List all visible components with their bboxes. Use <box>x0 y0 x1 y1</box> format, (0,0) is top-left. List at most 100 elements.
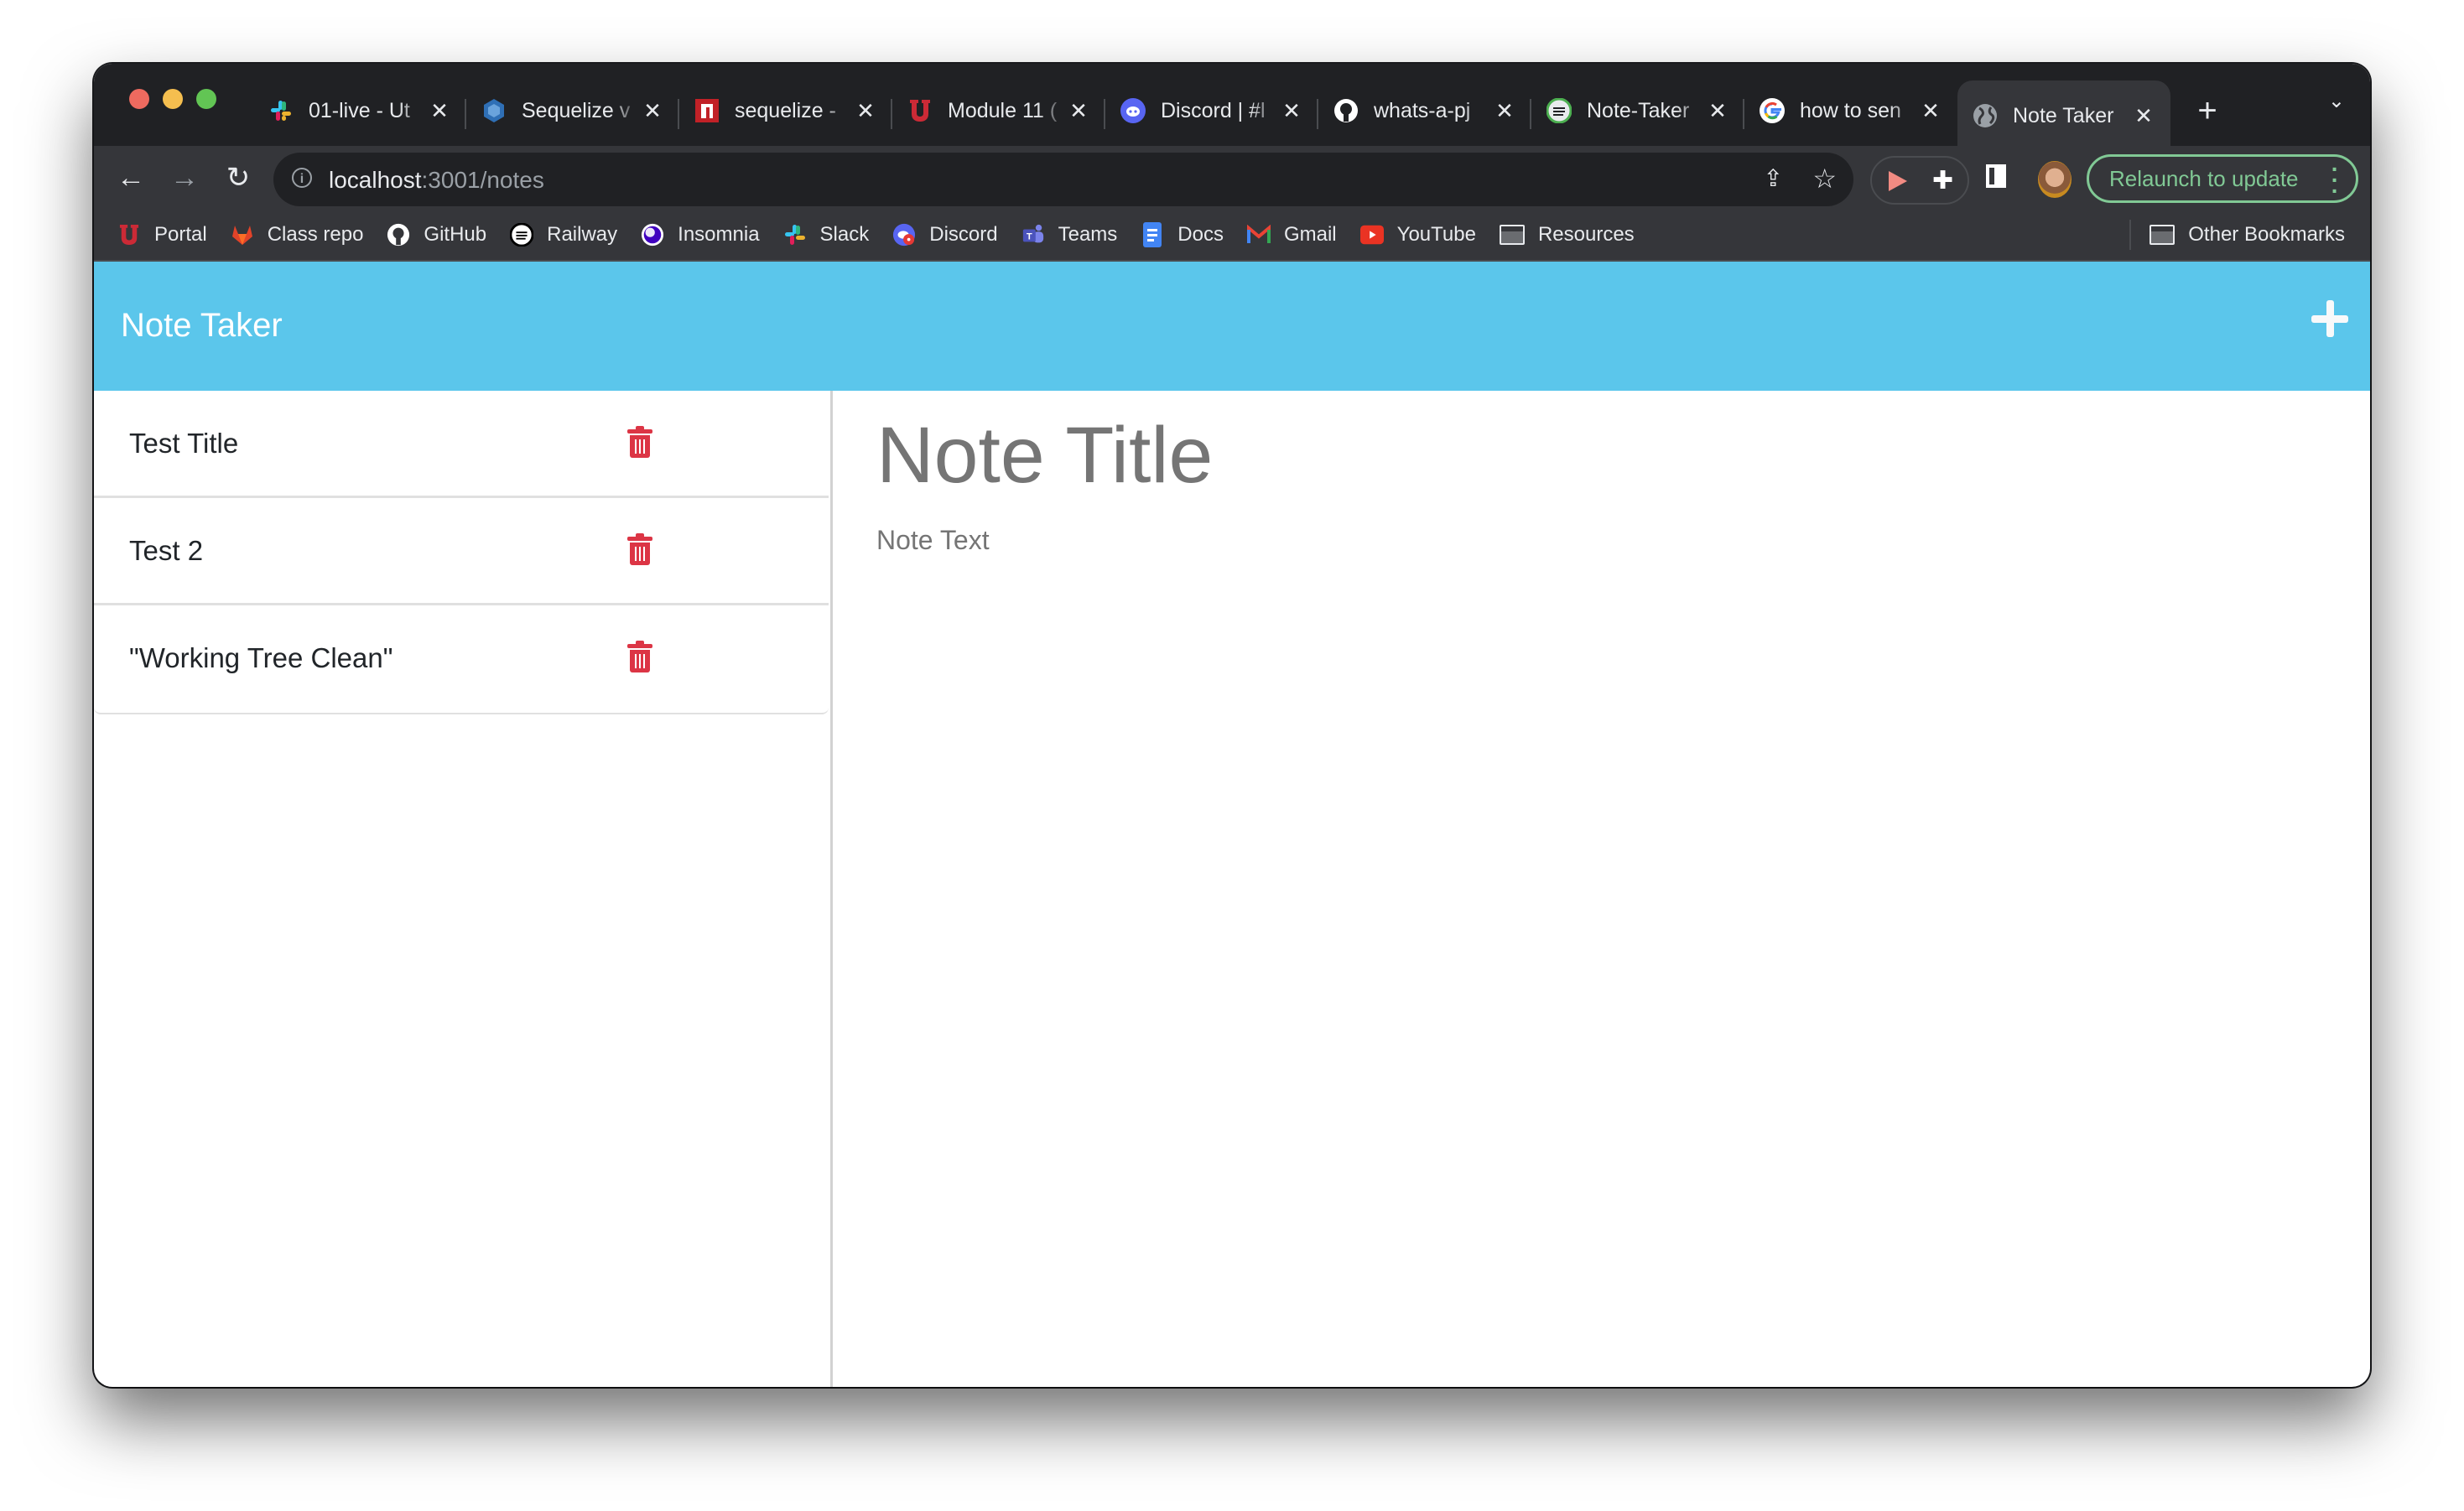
bookmark-label: YouTube <box>1396 223 1476 246</box>
tab-npm-sequelize[interactable]: sequelize - ✕ <box>679 80 892 141</box>
plus-icon[interactable] <box>2311 300 2348 337</box>
address-bar[interactable]: i localhost:3001/notes ⇪ ☆ <box>273 153 1853 206</box>
browser-window: 01-live - Ut ✕ Sequelize v ✕ sequelize -… <box>94 64 2370 1387</box>
bookmark-docs[interactable]: Docs <box>1141 210 1224 260</box>
tab-close-icon[interactable]: ✕ <box>1919 98 1942 124</box>
url-text[interactable]: localhost:3001/notes <box>329 167 544 194</box>
note-item-title[interactable]: Test Title <box>129 428 238 460</box>
bookmark-label: Slack <box>819 223 870 246</box>
tab-close-icon[interactable]: ✕ <box>1493 98 1516 124</box>
bookmark-label: Portal <box>154 223 207 246</box>
relaunch-to-update-button[interactable]: Relaunch to update · · · <box>2087 154 2358 203</box>
note-item-title[interactable]: Test 2 <box>129 535 203 567</box>
insomnia-icon <box>641 223 664 247</box>
tab-close-icon[interactable]: ✕ <box>1706 98 1729 124</box>
tab-close-icon[interactable]: ✕ <box>1280 98 1303 124</box>
docs-icon <box>1141 222 1164 247</box>
tab-google-search[interactable]: how to sen ✕ <box>1744 80 1957 141</box>
tab-close-icon[interactable]: ✕ <box>1067 98 1090 124</box>
tab-close-icon[interactable]: ✕ <box>428 98 451 124</box>
note-text-textarea[interactable] <box>875 523 2304 1365</box>
tab-github[interactable]: whats-a-pj ✕ <box>1318 80 1531 141</box>
tab-note-taker-active[interactable]: Note Taker ✕ <box>1957 80 2170 151</box>
tab-title: Note-Taker <box>1587 98 1690 122</box>
app-title[interactable]: Note Taker <box>121 307 283 345</box>
bookmark-label: GitHub <box>424 223 487 246</box>
tab-title: Discord | #l <box>1161 98 1266 122</box>
app-navbar: Note Taker <box>94 262 2370 391</box>
bookmark-folder-resources[interactable]: Resources <box>1499 210 1635 260</box>
github-icon <box>387 223 410 247</box>
trash-icon[interactable] <box>627 533 652 565</box>
new-tab-button[interactable]: + <box>2182 92 2233 130</box>
note-list-item[interactable]: "Working Tree Clean" <box>94 605 829 713</box>
close-window-button[interactable] <box>129 89 149 109</box>
bookmark-portal[interactable]: Portal <box>117 210 207 260</box>
trash-icon[interactable] <box>627 426 652 458</box>
forward-button[interactable]: → <box>164 158 205 198</box>
tab-title: Module 11 ( <box>948 98 1058 122</box>
note-list-item[interactable]: Test Title <box>94 391 829 498</box>
url-host: localhost <box>329 167 422 193</box>
bookmark-label: Docs <box>1177 223 1224 246</box>
tab-title: Sequelize v <box>522 98 631 122</box>
tab-title: Note Taker <box>2013 103 2114 127</box>
tab-module-11[interactable]: Module 11 ( ✕ <box>892 80 1105 141</box>
globe-icon <box>1973 103 1998 128</box>
tab-strip: 01-live - Ut ✕ Sequelize v ✕ sequelize -… <box>94 64 2370 151</box>
profile-avatar[interactable] <box>2038 161 2072 198</box>
sequelize-icon <box>481 98 507 123</box>
browser-toolbar: ← → ↻ i localhost:3001/notes ⇪ ☆ ✚ Relau… <box>94 146 2370 210</box>
bookmark-youtube[interactable]: YouTube <box>1359 210 1476 260</box>
github-icon <box>1333 98 1359 123</box>
reload-button[interactable]: ↻ <box>218 158 258 198</box>
tab-close-icon[interactable]: ✕ <box>2132 103 2155 129</box>
bookmark-slack[interactable]: Slack <box>783 210 870 260</box>
bookmark-label: Discord <box>929 223 998 246</box>
tab-note-taker-repo[interactable]: Note-Taker ✕ <box>1531 80 1744 141</box>
bookmark-star-icon[interactable]: ☆ <box>1812 163 1837 195</box>
bookmark-github[interactable]: GitHub <box>387 210 486 260</box>
tab-discord[interactable]: Discord | #l ✕ <box>1105 80 1318 141</box>
extensions-group: ✚ <box>1870 156 1969 205</box>
bookmark-label: Gmail <box>1283 223 1337 246</box>
bookmark-class-repo[interactable]: Class repo <box>231 210 364 260</box>
note-item-title[interactable]: "Working Tree Clean" <box>129 642 392 674</box>
bookmark-label: Teams <box>1058 223 1118 246</box>
back-button[interactable]: ← <box>111 158 151 198</box>
discord-icon <box>1120 98 1146 123</box>
minimize-window-button[interactable] <box>163 89 183 109</box>
tab-close-icon[interactable]: ✕ <box>641 98 664 124</box>
relaunch-label: Relaunch to update <box>2109 165 2299 191</box>
utah-u-icon <box>907 98 933 123</box>
trash-icon[interactable] <box>627 641 652 672</box>
folder-icon <box>1499 225 1525 245</box>
share-icon[interactable]: ⇪ <box>1764 164 1783 192</box>
tab-title: sequelize - <box>735 98 836 122</box>
tab-search-button[interactable]: ⌄ <box>2328 89 2345 113</box>
zoom-window-button[interactable] <box>196 89 216 109</box>
extensions-puzzle-icon[interactable]: ✚ <box>1932 166 1953 195</box>
bookmark-gmail[interactable]: Gmail <box>1246 210 1337 260</box>
site-info-icon[interactable]: i <box>292 168 312 188</box>
npm-icon <box>694 98 720 123</box>
bookmark-teams[interactable]: T Teams <box>1021 210 1118 260</box>
bookmark-railway[interactable]: Railway <box>510 210 617 260</box>
screen-recorder-extension-icon[interactable] <box>1889 171 1907 191</box>
bookmark-label: Class repo <box>267 223 364 246</box>
note-list: Test Title Test 2 "Working Tree Clean" <box>94 391 829 714</box>
tab-close-icon[interactable]: ✕ <box>854 98 877 124</box>
note-list-item[interactable]: Test 2 <box>94 498 829 605</box>
bookmark-label: Railway <box>547 223 618 246</box>
svg-text:T: T <box>1027 232 1032 242</box>
kebab-menu-icon[interactable]: · · · <box>2331 158 2339 203</box>
tab-sequelize-docs[interactable]: Sequelize v ✕ <box>466 80 679 141</box>
bookmark-insomnia[interactable]: Insomnia <box>641 210 760 260</box>
bookmark-discord[interactable]: Discord <box>892 210 998 260</box>
side-panel-icon[interactable] <box>1986 164 2006 188</box>
note-title-input[interactable] <box>875 409 2304 502</box>
tab-slack[interactable]: 01-live - Ut ✕ <box>253 80 466 141</box>
utah-u-icon <box>117 223 141 247</box>
other-bookmarks[interactable]: Other Bookmarks <box>2129 220 2345 250</box>
window-controls <box>129 89 216 109</box>
